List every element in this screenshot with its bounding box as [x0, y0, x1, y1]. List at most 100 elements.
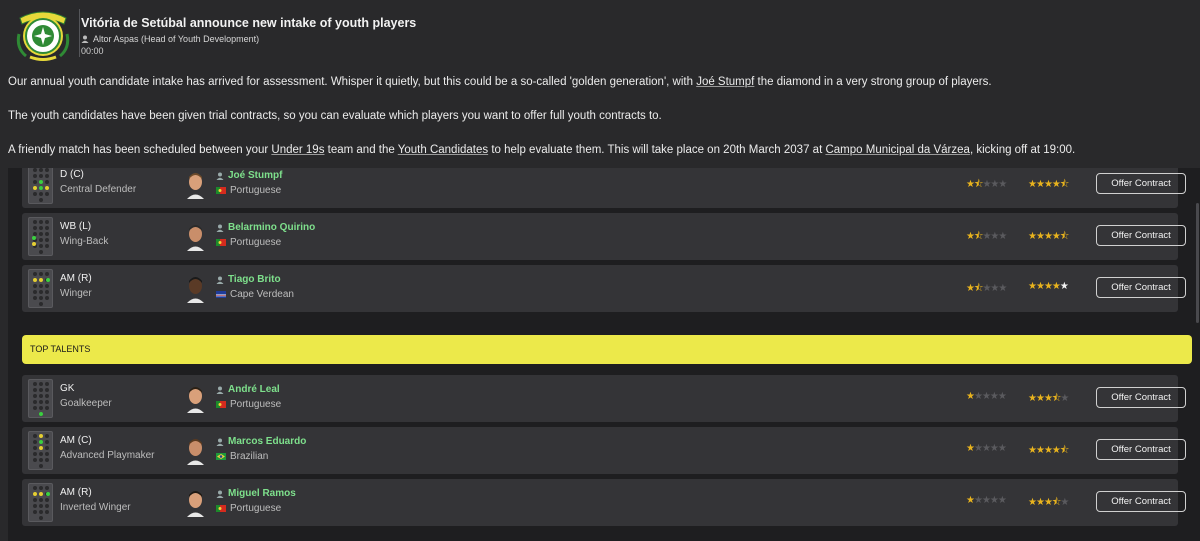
team-link-youth-candidates[interactable]: Youth Candidates — [398, 144, 488, 156]
pitch-dot — [33, 388, 37, 392]
position-role: Central Defender — [60, 184, 137, 195]
position-code: D (C) — [60, 169, 84, 180]
current-ability-stars: ★★★★★ — [966, 391, 1007, 402]
player-face-icon — [187, 387, 204, 413]
stadium-link[interactable]: Campo Municipal da Várzea — [825, 144, 969, 156]
team-link-under-19s[interactable]: Under 19s — [271, 144, 324, 156]
paragraph-text: the diamond in a very strong group of pl… — [754, 76, 992, 88]
current-ability-stars: ★⯪★★★ — [966, 283, 1007, 294]
scrollbar[interactable] — [1196, 203, 1199, 323]
nationality-label: Portuguese — [230, 503, 282, 514]
pitch-dot — [39, 394, 43, 398]
position-role: Advanced Playmaker — [60, 450, 155, 461]
pitch-dot — [33, 452, 37, 456]
offer-contract-button[interactable]: Offer Contract — [1096, 387, 1186, 408]
pitch-dot — [45, 446, 49, 450]
player-link-joe-stumpf[interactable]: Joé Stumpf — [696, 76, 754, 88]
pitch-dot — [39, 220, 43, 224]
pitch-dot — [39, 458, 43, 462]
person-icon — [216, 438, 224, 446]
person-icon — [81, 35, 89, 43]
position-role: Winger — [60, 288, 92, 299]
position-dot — [39, 180, 43, 184]
offer-contract-button[interactable]: Offer Contract — [1096, 491, 1186, 512]
player-name-link[interactable]: Joé Stumpf — [216, 170, 282, 181]
position-dot — [39, 440, 43, 444]
player-name-link[interactable]: Miguel Ramos — [216, 488, 296, 499]
pitch-dot — [39, 406, 43, 410]
position-dot — [46, 278, 50, 282]
youth-candidates-list[interactable]: D (C) Central Defender Joé Stumpf Portug… — [8, 168, 1200, 541]
pitch-dot — [39, 388, 43, 392]
position-role: Goalkeeper — [60, 398, 112, 409]
person-icon — [216, 490, 224, 498]
pitch-dot — [45, 440, 49, 444]
pitch-dot — [33, 440, 37, 444]
player-name-link[interactable]: Tiago Brito — [216, 274, 281, 285]
player-row[interactable]: WB (L) Wing-Back Belarmino Quirino Portu… — [22, 213, 1186, 260]
position-pitch-icon — [28, 431, 53, 470]
offer-contract-button[interactable]: Offer Contract — [1096, 173, 1186, 194]
pitch-dot — [39, 232, 43, 236]
player-nationality: Portuguese — [216, 237, 281, 248]
player-name-link[interactable]: Belarmino Quirino — [216, 222, 315, 233]
pitch-dot — [39, 244, 43, 248]
pitch-dot — [39, 452, 43, 456]
paragraph-text: Our annual youth candidate intake has ar… — [8, 76, 697, 88]
player-face-icon — [187, 225, 204, 251]
potential-ability-stars: ★★★★⯪ — [1028, 445, 1069, 456]
pitch-dot — [33, 174, 37, 178]
pitch-dot — [45, 232, 49, 236]
pitch-dot — [45, 174, 49, 178]
offer-contract-button[interactable]: Offer Contract — [1096, 277, 1186, 298]
player-face-icon — [187, 173, 204, 199]
position-code: GK — [60, 383, 75, 394]
pitch-dot — [33, 510, 37, 514]
pitch-dot — [39, 238, 43, 242]
section-label: TOP TALENTS — [30, 344, 91, 354]
pitch-dot — [39, 192, 43, 196]
player-row[interactable]: AM (R) Inverted Winger Miguel Ramos Port… — [22, 479, 1186, 526]
player-name: Joé Stumpf — [228, 170, 283, 181]
pitch-dot — [39, 382, 43, 386]
position-dot — [39, 446, 43, 450]
player-row[interactable]: AM (C) Advanced Playmaker Marcos Eduardo… — [22, 427, 1186, 474]
position-dot — [33, 278, 37, 282]
pitch-dot — [45, 290, 49, 294]
flag-portugal-icon — [216, 401, 226, 408]
club-crest-icon — [16, 11, 70, 61]
person-icon — [216, 224, 224, 232]
player-name: Miguel Ramos — [228, 488, 296, 499]
paragraph-text: team and the — [324, 144, 398, 156]
pitch-dot — [39, 510, 43, 514]
pitch-dot — [39, 272, 43, 276]
player-row[interactable]: GK Goalkeeper André Leal Portuguese ★★★★… — [22, 375, 1186, 422]
player-name: Marcos Eduardo — [228, 436, 307, 447]
position-dot — [32, 236, 36, 240]
position-pitch-icon — [28, 379, 53, 418]
pitch-dot — [39, 296, 43, 300]
pitch-dot — [45, 192, 49, 196]
position-dot — [45, 186, 49, 190]
news-time: 00:00 — [81, 46, 104, 56]
offer-contract-button[interactable]: Offer Contract — [1096, 439, 1186, 460]
news-header: Vitória de Setúbal announce new intake o… — [0, 0, 1200, 64]
current-ability-stars: ★★★★★ — [966, 495, 1007, 506]
player-row[interactable]: AM (R) Winger Tiago Brito Cape Verdean ★… — [22, 265, 1186, 312]
position-dot — [39, 186, 43, 190]
player-nationality: Cape Verdean — [216, 289, 294, 300]
nationality-label: Portuguese — [230, 399, 282, 410]
pitch-dot — [39, 516, 43, 520]
news-author[interactable]: Altor Aspas (Head of Youth Development) — [81, 34, 259, 44]
pitch-dot — [39, 226, 43, 230]
pitch-dot — [45, 504, 49, 508]
offer-contract-button[interactable]: Offer Contract — [1096, 225, 1186, 246]
paragraph-friendly: A friendly match has been scheduled betw… — [8, 144, 1075, 156]
pitch-dot — [39, 290, 43, 294]
player-row[interactable]: D (C) Central Defender Joé Stumpf Portug… — [22, 168, 1186, 208]
player-name: André Leal — [228, 384, 280, 395]
pitch-dot — [39, 486, 43, 490]
player-name-link[interactable]: André Leal — [216, 384, 280, 395]
pitch-dot — [33, 498, 37, 502]
player-name-link[interactable]: Marcos Eduardo — [216, 436, 306, 447]
